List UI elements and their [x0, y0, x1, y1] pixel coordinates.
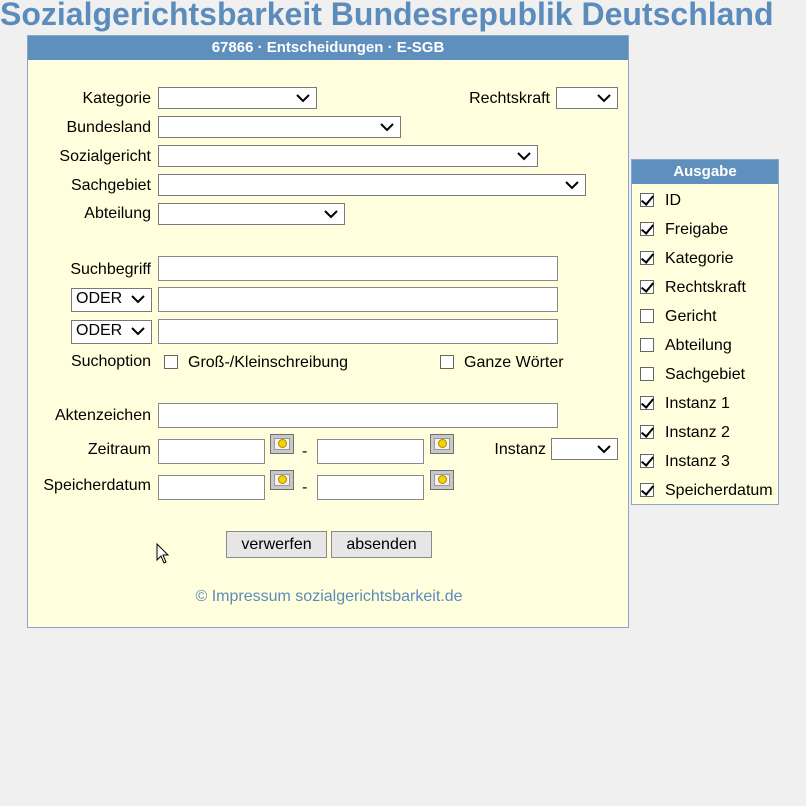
calendar-icon[interactable]	[430, 434, 454, 454]
instanz-select[interactable]	[551, 438, 618, 460]
kategorie-select[interactable]	[158, 87, 317, 109]
output-option-checkbox[interactable]	[640, 309, 654, 323]
speicherdatum-from-input[interactable]	[158, 475, 265, 500]
output-option-label: Abteilung	[665, 337, 732, 354]
output-option-label: Instanz 2	[665, 424, 730, 441]
panel-title: 67866 · Entscheidungen · E-SGB	[28, 36, 628, 60]
speicherdatum-dash: -	[302, 479, 308, 496]
operator-value-1: ODER	[76, 290, 123, 307]
output-option-label: Freigabe	[665, 221, 729, 238]
instanz-label: Instanz	[494, 441, 546, 458]
output-option-checkbox[interactable]	[640, 222, 654, 236]
chevron-down-icon	[565, 181, 579, 190]
reset-button[interactable]: verwerfen	[226, 531, 327, 558]
kategorie-label: Kategorie	[82, 90, 152, 107]
chevron-down-icon	[380, 123, 394, 132]
whole-words-checkbox[interactable]	[440, 355, 454, 369]
operator-value-2: ODER	[76, 322, 123, 339]
chevron-down-icon	[131, 295, 145, 304]
output-option-checkbox[interactable]	[640, 193, 654, 207]
output-option-checkbox[interactable]	[640, 425, 654, 439]
chevron-down-icon	[597, 445, 611, 454]
abteilung-label: Abteilung	[84, 205, 151, 222]
impressum-link[interactable]: © Impressum sozialgerichtsbarkeit.de	[28, 588, 630, 606]
suchbegriff-label: Suchbegriff	[70, 261, 151, 278]
output-option-label: Instanz 1	[665, 395, 730, 412]
suchbegriff-input-2[interactable]	[158, 287, 558, 312]
output-option-label: ID	[665, 192, 681, 209]
chevron-down-icon	[324, 210, 338, 219]
output-option-label: Speicherdatum	[665, 482, 773, 499]
output-option-checkbox[interactable]	[640, 396, 654, 410]
whole-words-label: Ganze Wörter	[464, 354, 564, 371]
site-title: Sozialgerichtsbarkeit Bundesrepublik Deu…	[0, 0, 774, 32]
output-option-label: Kategorie	[665, 250, 734, 267]
sozialgericht-select[interactable]	[158, 145, 538, 167]
rechtskraft-select[interactable]	[556, 87, 618, 109]
output-option-label: Gericht	[665, 308, 717, 325]
zeitraum-label: Zeitraum	[87, 441, 151, 458]
aktenzeichen-label: Aktenzeichen	[54, 407, 151, 424]
zeitraum-dash: -	[302, 443, 308, 460]
suchbegriff-input-3[interactable]	[158, 319, 558, 344]
operator-select-2[interactable]: ODER	[71, 320, 152, 344]
aktenzeichen-input[interactable]	[158, 403, 558, 428]
zeitraum-from-input[interactable]	[158, 439, 265, 464]
bundesland-label: Bundesland	[66, 119, 151, 136]
calendar-icon[interactable]	[270, 434, 294, 454]
output-panel: Ausgabe ID Freigabe Kategorie Rechtskraft Ge…	[631, 159, 779, 505]
suchoption-label: Suchoption	[70, 353, 151, 370]
speicherdatum-label: Speicherdatum	[43, 477, 151, 494]
chevron-down-icon	[517, 152, 531, 161]
operator-select-1[interactable]: ODER	[71, 288, 152, 312]
case-sensitive-checkbox[interactable]	[164, 355, 178, 369]
output-option-checkbox[interactable]	[640, 251, 654, 265]
submit-button[interactable]: absenden	[331, 531, 432, 558]
output-option-checkbox[interactable]	[640, 367, 654, 381]
output-option-checkbox[interactable]	[640, 454, 654, 468]
output-option-checkbox[interactable]	[640, 280, 654, 294]
chevron-down-icon	[131, 327, 145, 336]
abteilung-select[interactable]	[158, 203, 345, 225]
sachgebiet-label: Sachgebiet	[70, 177, 151, 194]
output-option-checkbox[interactable]	[640, 338, 654, 352]
search-panel: 67866 · Entscheidungen · E-SGB Kategorie…	[27, 35, 629, 628]
sachgebiet-select[interactable]	[158, 174, 586, 196]
output-option-label: Sachgebiet	[665, 366, 746, 383]
output-option-label: Instanz 3	[665, 453, 730, 470]
chevron-down-icon	[296, 94, 310, 103]
mouse-cursor-icon	[156, 543, 170, 564]
output-option-label: Rechtskraft	[665, 279, 746, 296]
zeitraum-to-input[interactable]	[317, 439, 424, 464]
speicherdatum-to-input[interactable]	[317, 475, 424, 500]
output-title: Ausgabe	[632, 160, 778, 184]
bundesland-select[interactable]	[158, 116, 401, 138]
calendar-icon[interactable]	[430, 470, 454, 490]
suchbegriff-input-1[interactable]	[158, 256, 558, 281]
output-option-checkbox[interactable]	[640, 483, 654, 497]
rechtskraft-label: Rechtskraft	[469, 90, 550, 107]
calendar-icon[interactable]	[270, 470, 294, 490]
chevron-down-icon	[597, 94, 611, 103]
case-sensitive-label: Groß-/Kleinschreibung	[188, 354, 349, 371]
sozialgericht-label: Sozialgericht	[59, 148, 151, 165]
